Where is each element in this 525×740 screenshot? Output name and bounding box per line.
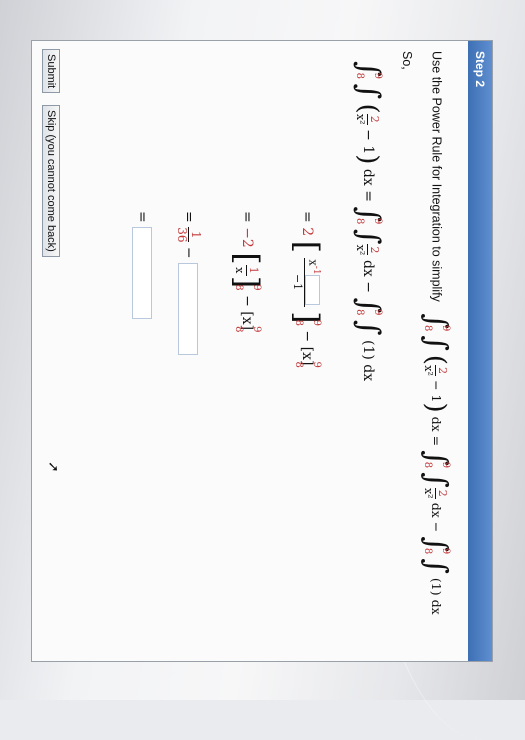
step-panel: Step 2 Use the Power Rule for Integratio… — [30, 40, 493, 662]
equation-line-1: ∫ 9 8 ∫ (2 x² − 1) dx = ∫ 9 8 ∫ 2 x² dx − ∫ 9 8 ∫… — [350, 61, 386, 382]
instruction-line: Use the Power Rule for Integration to si… — [418, 51, 454, 615]
rotated-screen: Step 2 Use the Power Rule for Integratio… — [30, 40, 493, 662]
integral-sign: ∫ — [418, 335, 454, 351]
equation-line-2: = 2 [ x-1 −1 ] 9 8 − [x] 9 8 — [287, 211, 326, 368]
answer-input-1[interactable] — [178, 263, 198, 356]
equation-line-4: = 1 36 − — [175, 211, 203, 356]
submit-button[interactable]: Submit — [41, 49, 60, 94]
answer-input-2[interactable] — [131, 227, 152, 320]
integral-limits: 98 — [421, 324, 451, 332]
instruction-text: Use the Power Rule for Integration to si… — [429, 51, 443, 302]
skip-button[interactable]: Skip (you cannot come back) — [41, 105, 60, 257]
equation-line-5: = — [131, 211, 152, 320]
step-header: Step 2 — [467, 41, 492, 661]
instruction-integral: ∫ 9 8 ∫ (2 x² − 1) dx = ∫ 9 8 ∫ 2 x² dx − ∫ 9 8 ∫… — [418, 313, 454, 615]
so-label: So, — [399, 51, 414, 70]
equation-line-3: = −2 [1 x] 9 8 − [x] 9 8 — [227, 211, 266, 333]
mouse-cursor-icon: ➚ — [45, 461, 62, 473]
exponent-input[interactable] — [304, 274, 320, 305]
